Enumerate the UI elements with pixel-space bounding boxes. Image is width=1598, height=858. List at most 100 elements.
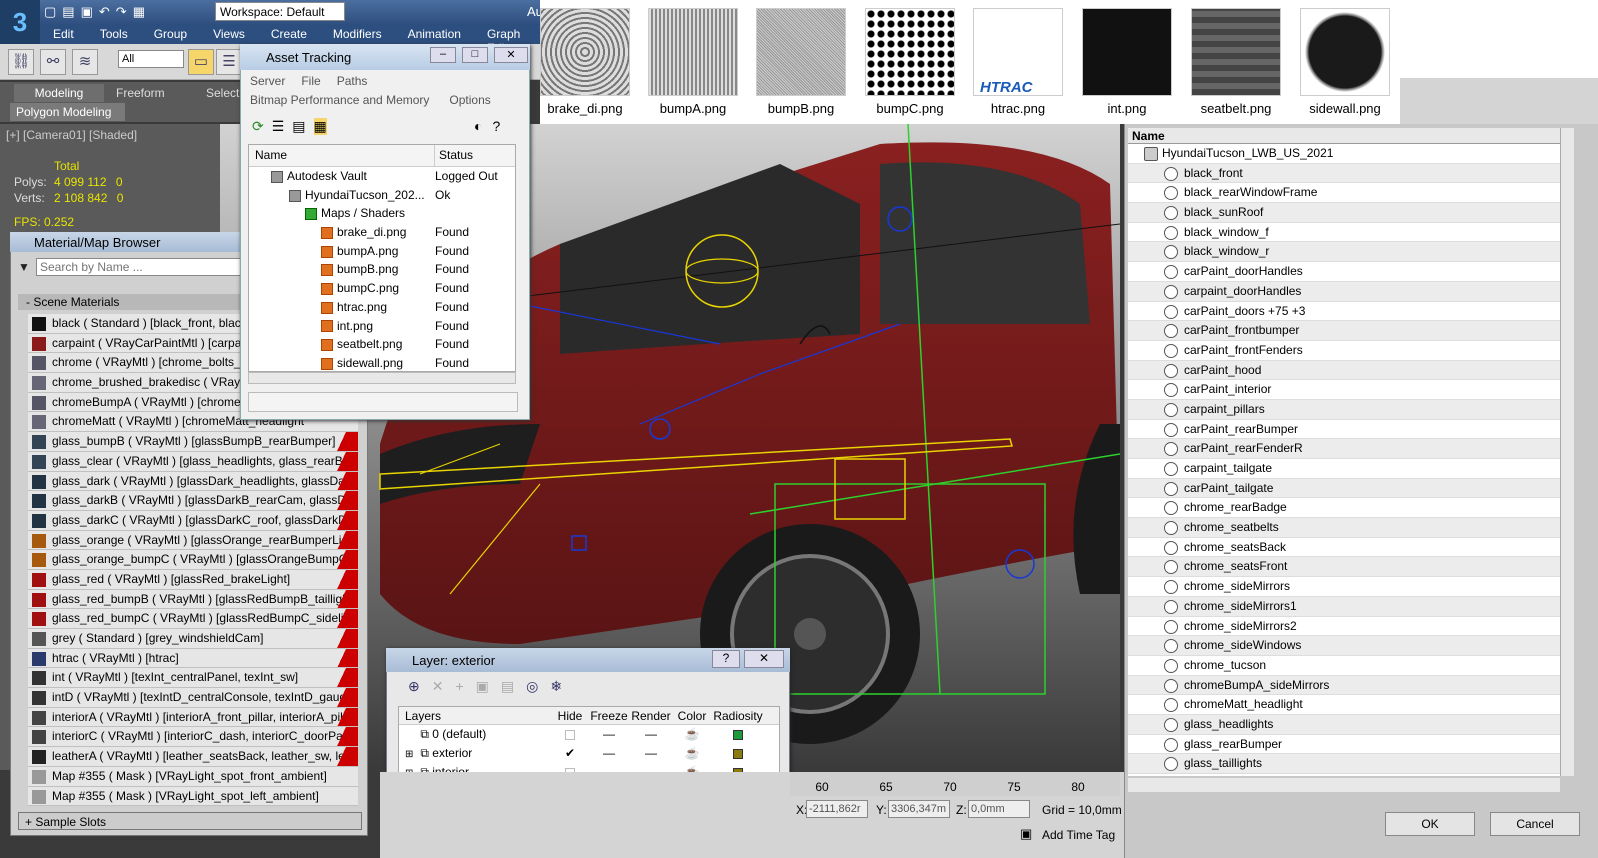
list-view-icon[interactable]: ☰ — [272, 118, 285, 135]
app-logo[interactable]: 3 — [0, 0, 40, 44]
scene-object-item[interactable]: black_window_r — [1128, 242, 1560, 263]
layer-row[interactable]: ⊞ ⧉ exterior ✔ — — ☕ — [399, 744, 779, 763]
col-freeze[interactable]: Freeze — [589, 707, 629, 724]
thumb-htrac[interactable]: HTRAC — [973, 8, 1063, 96]
asset-row[interactable]: seatbelt.png Found — [249, 335, 515, 354]
select-object-icon[interactable]: ▭ — [188, 49, 214, 75]
material-item[interactable]: Map #355 ( Mask ) [VRayLight_spot_front_… — [28, 766, 358, 787]
layer-color-swatch[interactable] — [711, 744, 765, 763]
scene-object-item[interactable]: chrome_sideMirrors2 — [1128, 617, 1560, 637]
asset-row[interactable]: bumpA.png Found — [249, 242, 515, 261]
material-item[interactable]: glass_bumpB ( VRayMtl ) [glassBumpB_rear… — [28, 432, 358, 452]
asset-row[interactable]: HyundaiTucson_202... Ok — [249, 186, 515, 205]
scene-object-item[interactable]: chrome_sideWindows — [1128, 636, 1560, 656]
help-icon[interactable]: ? — [712, 650, 740, 668]
new-layer-icon[interactable]: ⊕ — [408, 678, 420, 695]
material-item[interactable]: interiorA ( VRayMtl ) [interiorA_front_p… — [28, 707, 358, 728]
add-to-layer-icon[interactable]: + — [455, 678, 463, 695]
scene-object-item[interactable]: carPaint_doors +75 +3 — [1128, 302, 1560, 322]
highlight-icon[interactable]: ◐ — [474, 118, 482, 134]
material-item[interactable]: int ( VRayMtl ) [texInt_centralPanel, te… — [28, 668, 358, 689]
col-name[interactable]: Name — [249, 145, 435, 166]
open-file-icon[interactable]: ▤ — [62, 4, 74, 20]
unlink-icon[interactable]: ⚯ — [40, 49, 66, 75]
scene-column-header[interactable]: Name — [1128, 128, 1564, 144]
scene-object-item[interactable]: chrome_sideMirrors — [1128, 577, 1560, 597]
material-item[interactable]: grey ( Standard ) [grey_windshieldCam] — [28, 629, 358, 649]
asset-path-field[interactable] — [248, 392, 518, 412]
menu-animation[interactable]: Animation — [395, 24, 474, 44]
menu-modifiers[interactable]: Modifiers — [320, 24, 395, 44]
cancel-button[interactable]: Cancel — [1490, 812, 1580, 836]
maximize-button[interactable]: □ — [462, 47, 488, 63]
col-status[interactable]: Status — [435, 145, 515, 166]
layer-color-swatch[interactable] — [711, 725, 765, 744]
col-render[interactable]: Render — [629, 707, 673, 724]
undo-icon[interactable]: ↶ — [99, 4, 110, 20]
scene-object-item[interactable]: chrome_seatbelts — [1128, 518, 1560, 538]
col-color[interactable]: Color — [673, 707, 711, 724]
material-item[interactable]: glass_clear ( VRayMtl ) [glass_headlight… — [28, 451, 358, 472]
material-item[interactable]: intD ( VRayMtl ) [texIntD_centralConsole… — [28, 688, 358, 708]
save-icon[interactable]: ▣ — [81, 4, 93, 20]
delete-layer-icon[interactable]: ✕ — [432, 678, 444, 695]
material-item[interactable]: glass_orange ( VRayMtl ) [glassOrange_re… — [28, 530, 358, 551]
scene-root-item[interactable]: HyundaiTucson_LWB_US_2021 — [1128, 144, 1560, 164]
expand-icon[interactable]: ⊞ — [405, 745, 417, 764]
scene-object-item[interactable]: carpaint_pillars — [1128, 399, 1560, 420]
project-icon[interactable]: ▦ — [133, 4, 145, 20]
scene-horizontal-scrollbar[interactable] — [1128, 778, 1560, 792]
menu-bitmap-performance[interactable]: Bitmap Performance and Memory — [250, 93, 429, 107]
menu-graph-editor[interactable]: Graph Editor — [474, 24, 540, 55]
freeze-toggle[interactable]: — — [629, 744, 673, 763]
thumb-bumpB[interactable] — [756, 8, 846, 96]
scene-object-item[interactable]: carPaint_frontFenders — [1128, 341, 1560, 361]
material-item[interactable]: glass_dark ( VRayMtl ) [glassDark_headli… — [28, 471, 358, 492]
bind-spacewarp-icon[interactable]: ≋ — [72, 49, 98, 75]
material-search-input[interactable] — [36, 258, 256, 276]
scene-object-item[interactable]: carPaint_hood — [1128, 360, 1560, 381]
scene-object-item[interactable]: chromeBumpA_sideMirrors — [1128, 675, 1560, 696]
select-by-name-icon[interactable]: ☰ — [216, 49, 242, 75]
z-coordinate-field[interactable]: 0,0mm — [968, 800, 1030, 818]
refresh-icon[interactable]: ⟳ — [252, 118, 264, 135]
scene-object-item[interactable]: chromeMatt_headlight — [1128, 695, 1560, 715]
scene-object-item[interactable]: chrome_tucson — [1128, 656, 1560, 676]
scene-object-item[interactable]: carPaint_tailgate — [1128, 478, 1560, 499]
col-layers[interactable]: Layers — [399, 707, 551, 724]
current-layer-check[interactable] — [551, 725, 589, 744]
scene-object-item[interactable]: carpaint_doorHandles — [1128, 281, 1560, 302]
selection-filter-dropdown[interactable]: All — [118, 50, 184, 68]
time-tag-icon[interactable]: ▣ — [1020, 826, 1032, 842]
material-item[interactable]: glass_red ( VRayMtl ) [glassRed_brakeLig… — [28, 569, 358, 590]
menu-views[interactable]: Views — [200, 24, 258, 44]
current-layer-check[interactable]: ✔ — [551, 744, 589, 763]
hide-toggle[interactable]: — — [589, 744, 629, 763]
asset-row[interactable]: sidewall.png Found — [249, 354, 515, 371]
select-objects-icon[interactable]: ▣ — [476, 678, 489, 695]
browser-options-icon[interactable]: ▼ — [18, 260, 30, 274]
asset-horizontal-scrollbar[interactable] — [248, 372, 516, 384]
scene-object-item[interactable]: carpaint_tailgate — [1128, 459, 1560, 479]
highlight-layer-icon[interactable]: ▤ — [501, 678, 514, 695]
ok-button[interactable]: OK — [1385, 812, 1475, 836]
thumb-int[interactable] — [1082, 8, 1172, 96]
viewport-label[interactable]: [+] [Camera01] [Shaded] — [6, 128, 137, 142]
menu-create[interactable]: Create — [258, 24, 320, 44]
tab-freeform[interactable]: Freeform — [116, 84, 165, 102]
asset-row[interactable]: bumpB.png Found — [249, 260, 515, 279]
material-item[interactable]: interiorC ( VRayMtl ) [interiorC_dash, i… — [28, 727, 358, 748]
material-item[interactable]: leatherA ( VRayMtl ) [leather_seatsBack,… — [28, 747, 358, 767]
material-item[interactable]: Map #355 ( Mask ) [VRayLight_spot_left_a… — [28, 786, 358, 807]
thumb-brake-di[interactable] — [540, 8, 630, 96]
menu-edit[interactable]: Edit — [40, 24, 87, 44]
scene-object-item[interactable]: carPaint_rearBumper — [1128, 420, 1560, 440]
new-file-icon[interactable]: ▢ — [44, 4, 56, 20]
layer-row[interactable]: ⧉ 0 (default) — — ☕ — [399, 725, 779, 744]
close-button[interactable]: ✕ — [744, 650, 784, 668]
y-coordinate-field[interactable]: 3306,347m — [888, 800, 950, 818]
x-coordinate-field[interactable]: -2111,862r — [806, 800, 868, 818]
material-item[interactable]: glass_darkB ( VRayMtl ) [glassDarkB_rear… — [28, 491, 358, 511]
scene-vertical-scrollbar[interactable] — [1560, 128, 1574, 776]
menu-tools[interactable]: Tools — [87, 24, 141, 44]
